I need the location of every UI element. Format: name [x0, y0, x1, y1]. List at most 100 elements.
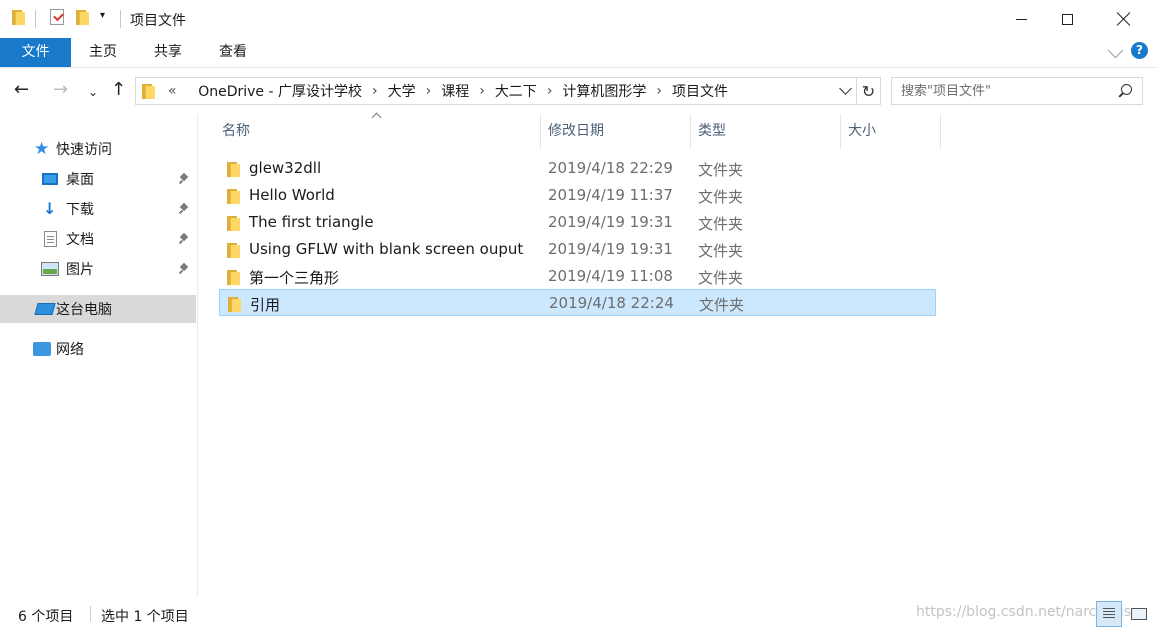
file-name: Hello World [249, 186, 335, 204]
sidebar-item-label: 桌面 [66, 172, 94, 188]
breadcrumb-semester[interactable]: 大二下 [495, 81, 537, 101]
selection-count: 选中 1 个项目 [101, 609, 189, 625]
column-divider[interactable] [940, 114, 941, 148]
tab-share[interactable]: 共享 [145, 38, 191, 67]
table-row[interactable]: 第一个三角形 2019/4/19 11:08 文件夹 [219, 263, 936, 290]
sidebar-item-desktop[interactable]: 桌面 [0, 165, 196, 193]
breadcrumb-graphics[interactable]: 计算机图形学 [562, 81, 646, 101]
new-folder-icon[interactable] [76, 9, 90, 25]
back-button[interactable]: ← [14, 80, 29, 100]
file-list: 名称 修改日期 类型 大小 glew32dll 2019/4/18 22:29 … [199, 112, 1157, 596]
forward-button[interactable]: → [53, 80, 68, 100]
details-view-button[interactable] [1096, 601, 1122, 627]
breadcrumb-university[interactable]: 大学 [388, 81, 416, 101]
minimize-button[interactable] [998, 0, 1044, 38]
tab-home[interactable]: 主页 [80, 38, 126, 67]
sidebar-item-this-pc[interactable]: 这台电脑 [0, 295, 196, 323]
sidebar-item-downloads[interactable]: ↓ 下载 [0, 195, 196, 223]
folder-icon [227, 242, 241, 258]
divider [120, 10, 121, 28]
network-icon [33, 342, 51, 356]
large-icons-view-button[interactable] [1126, 601, 1152, 627]
file-type: 文件夹 [698, 161, 744, 179]
column-header-name[interactable]: 名称 [222, 114, 532, 148]
table-row[interactable]: glew32dll 2019/4/18 22:29 文件夹 [219, 155, 936, 182]
properties-icon[interactable] [50, 9, 64, 25]
table-row[interactable]: Using GFLW with blank screen ouput 2019/… [219, 236, 936, 263]
column-header-date[interactable]: 修改日期 [548, 114, 688, 148]
up-button[interactable]: ↑ [111, 80, 126, 100]
column-divider[interactable] [840, 114, 841, 148]
close-button[interactable] [1101, 0, 1147, 38]
sidebar-item-network[interactable]: 网络 [0, 335, 196, 363]
column-divider[interactable] [540, 114, 541, 148]
tab-view[interactable]: 查看 [210, 38, 256, 67]
customize-quick-access-icon[interactable]: ▾ [100, 10, 105, 21]
sidebar-item-quick-access[interactable]: ★ 快速访问 [0, 135, 196, 163]
pin-icon[interactable] [180, 204, 189, 214]
recent-locations-chevron-icon[interactable]: ⌄ [88, 82, 98, 102]
search-box[interactable] [891, 77, 1143, 105]
status-bar: 6 个项目 选中 1 个项目 https://blog.csdn.net/nar… [0, 598, 1157, 630]
file-type: 文件夹 [698, 242, 744, 260]
breadcrumb-separator[interactable]: › [372, 83, 378, 99]
tab-file[interactable]: 文件 [0, 38, 71, 67]
help-icon[interactable]: ? [1131, 42, 1148, 59]
file-name: The first triangle [249, 213, 374, 231]
breadcrumb-onedrive[interactable]: OneDrive - 广厚设计学校 [198, 81, 362, 101]
breadcrumb-overflow[interactable]: « [168, 83, 177, 99]
search-input[interactable] [892, 78, 1107, 104]
close-icon [1117, 12, 1131, 26]
sidebar-item-label: 下载 [66, 202, 94, 218]
breadcrumb-project-files[interactable]: 项目文件 [672, 81, 728, 101]
search-icon[interactable] [1118, 84, 1132, 98]
file-type: 文件夹 [699, 296, 745, 314]
file-date: 2019/4/19 11:08 [548, 267, 673, 285]
maximize-button[interactable] [1044, 0, 1090, 38]
address-bar[interactable]: « › OneDrive - 广厚设计学校 › 大学 › 课程 › 大二下 › … [135, 77, 857, 105]
divider [35, 10, 36, 28]
column-header-size[interactable]: 大小 [848, 114, 928, 148]
column-header-type[interactable]: 类型 [698, 114, 838, 148]
folder-icon [227, 161, 241, 177]
sidebar-item-label: 图片 [66, 262, 94, 278]
maximize-icon [1061, 13, 1073, 25]
file-type: 文件夹 [698, 269, 744, 287]
table-row[interactable]: The first triangle 2019/4/19 19:31 文件夹 [219, 209, 936, 236]
address-history-chevron-icon[interactable] [839, 82, 852, 95]
computer-icon [34, 303, 56, 315]
table-row[interactable]: Hello World 2019/4/19 11:37 文件夹 [219, 182, 936, 209]
breadcrumb-separator[interactable]: › [426, 83, 432, 99]
folder-icon [227, 188, 241, 204]
pin-icon[interactable] [180, 174, 189, 184]
file-name: Using GFLW with blank screen ouput [249, 240, 524, 258]
expand-ribbon-chevron-icon[interactable] [1107, 42, 1124, 59]
file-type: 文件夹 [698, 215, 744, 233]
sidebar-item-documents[interactable]: 文档 [0, 225, 196, 253]
file-type: 文件夹 [698, 188, 744, 206]
desktop-icon [42, 173, 58, 185]
breadcrumb-courses[interactable]: 课程 [441, 81, 469, 101]
breadcrumb-separator[interactable]: › [547, 83, 553, 99]
window-title: 项目文件 [130, 13, 186, 29]
sidebar-item-label: 网络 [56, 342, 84, 358]
breadcrumb-separator[interactable]: › [479, 83, 485, 99]
star-icon: ★ [34, 139, 50, 159]
item-count: 6 个项目 [18, 609, 74, 625]
pin-icon[interactable] [180, 264, 189, 274]
column-divider[interactable] [690, 114, 691, 148]
navigation-bar: ← → ⌄ ↑ « › OneDrive - 广厚设计学校 › 大学 › 课程 … [0, 68, 1157, 114]
download-icon: ↓ [43, 199, 57, 218]
file-date: 2019/4/19 11:37 [548, 186, 673, 204]
file-name: glew32dll [249, 159, 322, 177]
file-date: 2019/4/18 22:24 [549, 294, 674, 312]
breadcrumb-separator[interactable]: › [656, 83, 662, 99]
file-date: 2019/4/19 19:31 [548, 213, 673, 231]
refresh-icon: ↻ [861, 81, 876, 101]
pin-icon[interactable] [180, 234, 189, 244]
sidebar-item-label: 这台电脑 [56, 302, 112, 318]
sidebar-item-pictures[interactable]: 图片 [0, 255, 196, 283]
table-row-selected[interactable]: 引用 2019/4/18 22:24 文件夹 [219, 289, 936, 316]
folder-icon [227, 215, 241, 231]
refresh-button[interactable]: ↻ [857, 77, 881, 105]
